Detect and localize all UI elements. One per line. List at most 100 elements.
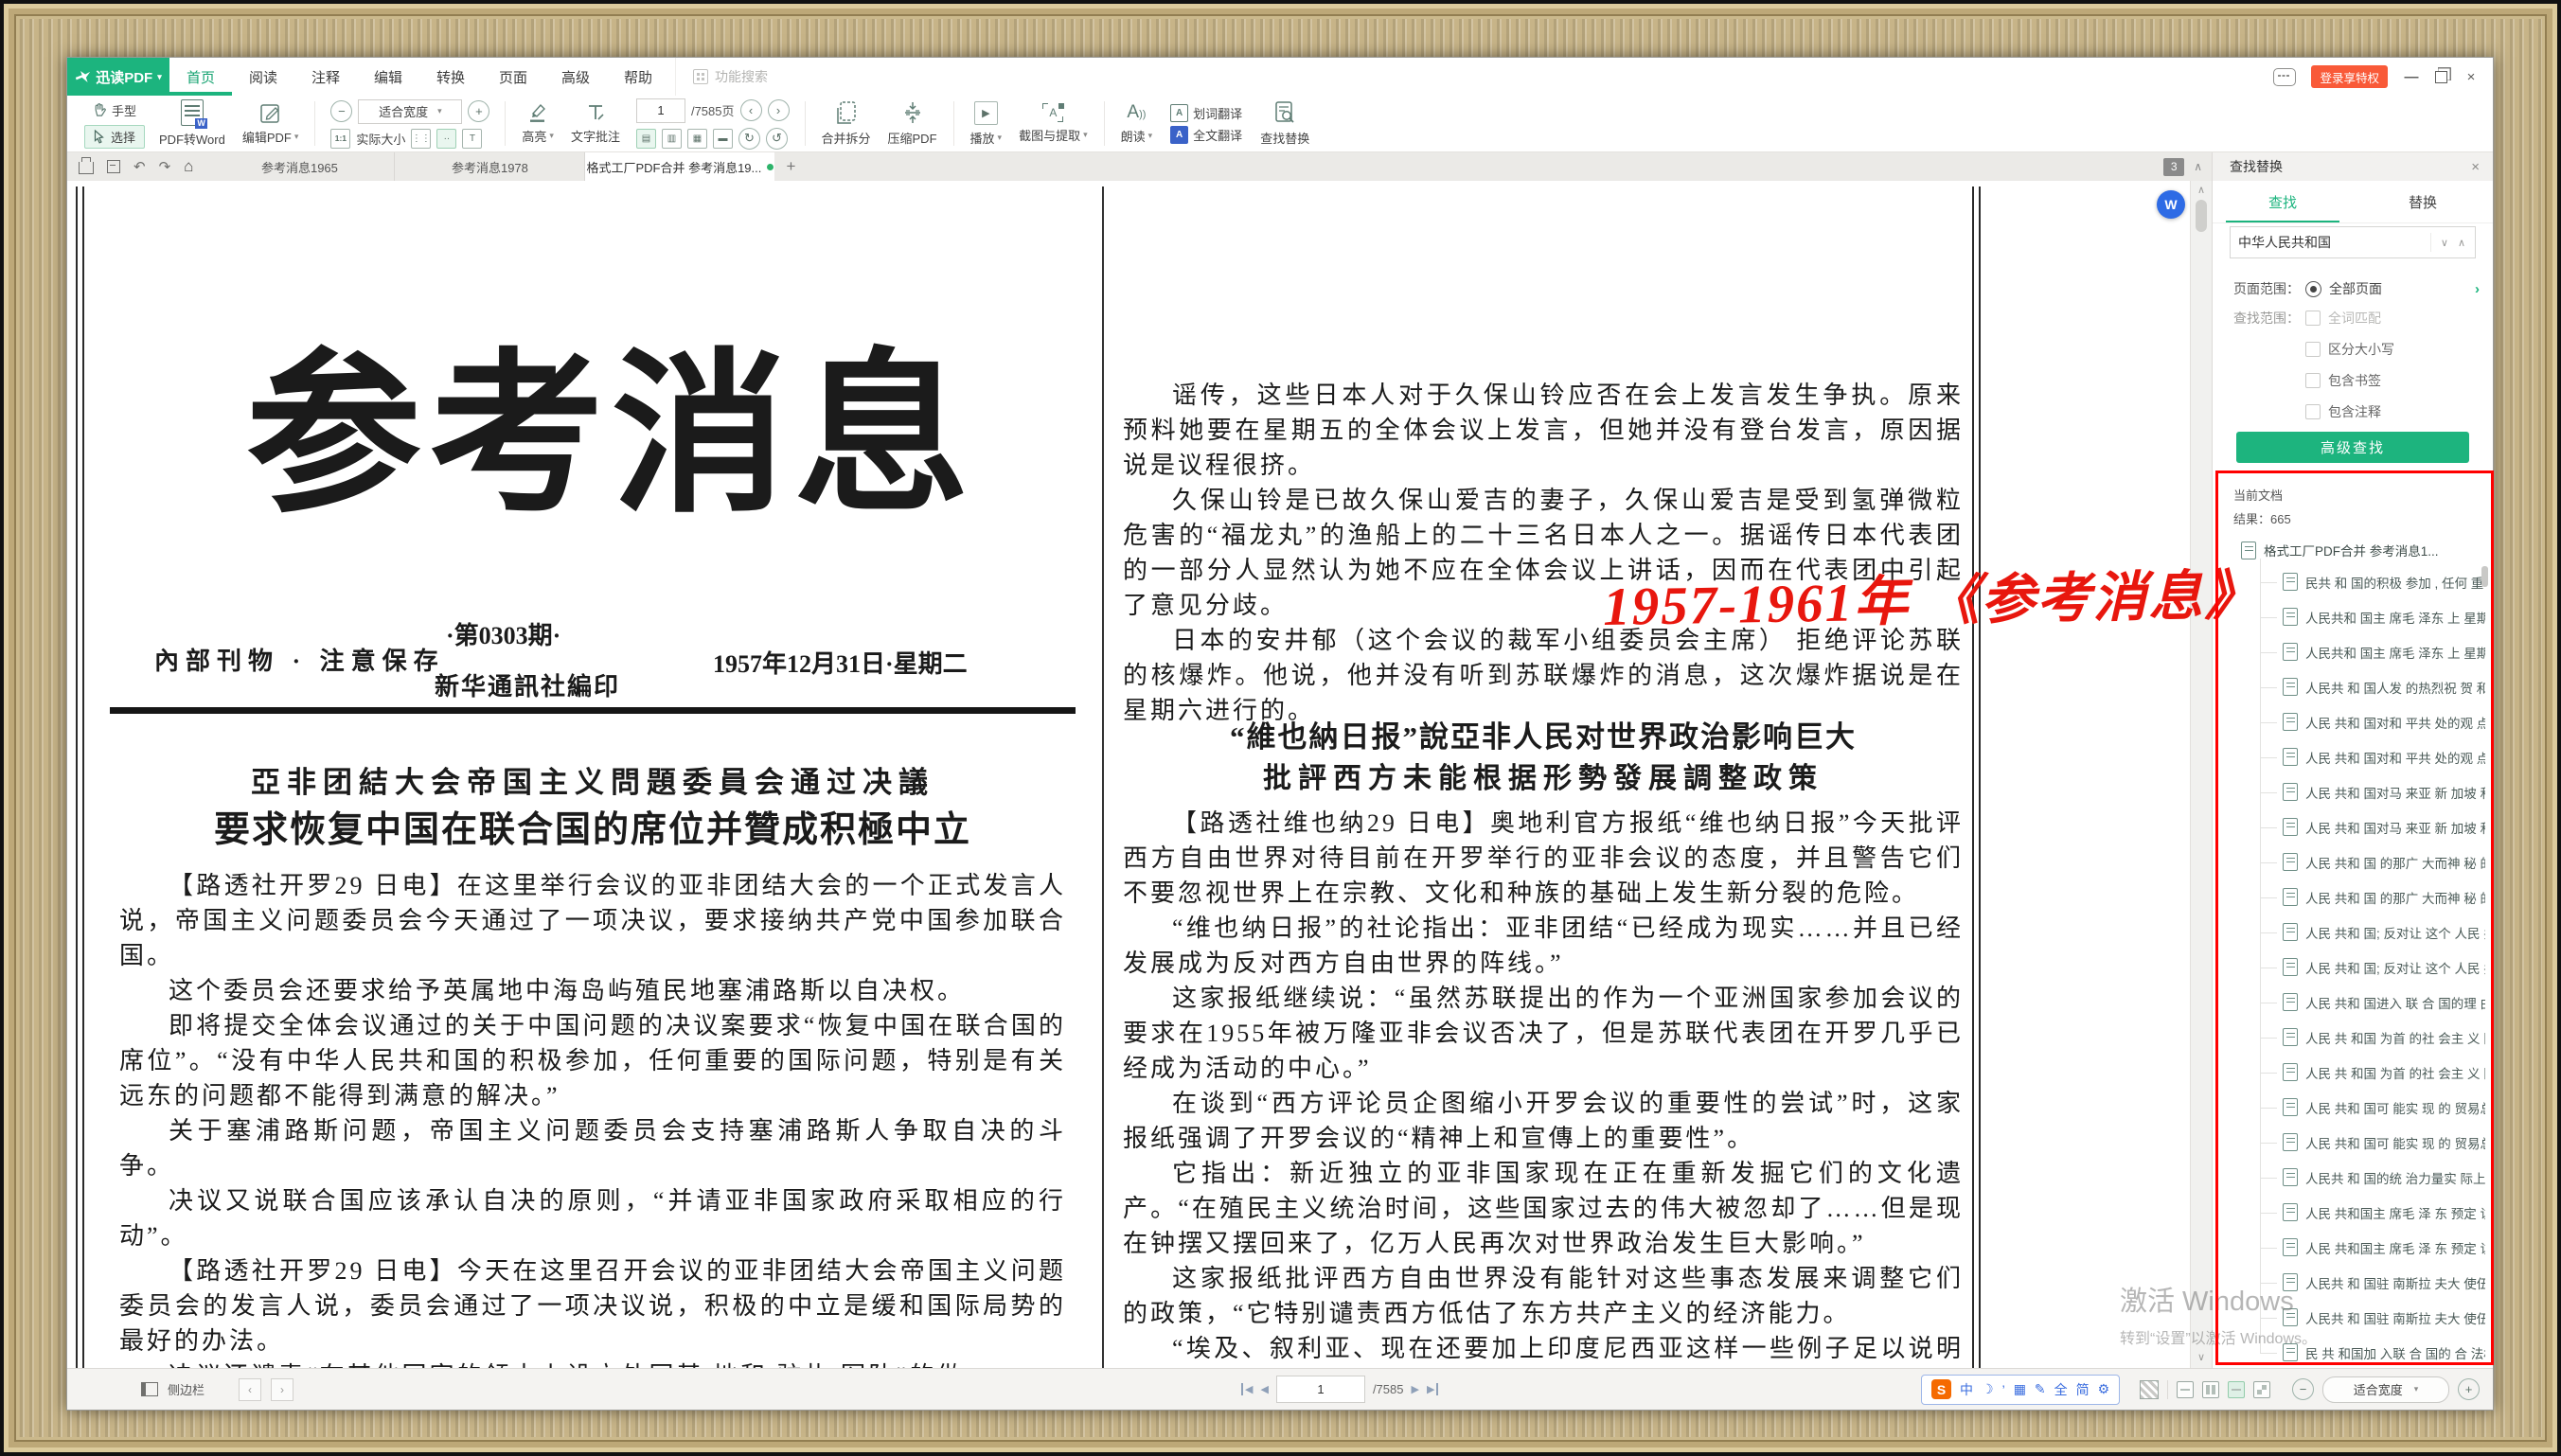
zoom-in-button[interactable]: + [2458, 1378, 2480, 1400]
search-result-item[interactable]: 人民共和 国主 席毛 泽东 上 星期 三 [2260, 599, 2485, 634]
fit-width-select[interactable]: 适合宽度 ▾ [2322, 1376, 2449, 1403]
home-icon[interactable]: ⌂ [184, 157, 193, 176]
whole-word-checkbox[interactable] [2305, 311, 2321, 326]
doc-tab-2[interactable]: 参考消息1978 [395, 152, 585, 181]
actual-size-icon[interactable]: 1:1 [330, 129, 350, 149]
ime-punct-icon[interactable]: ’ [2002, 1382, 2005, 1397]
include-annotations-checkbox[interactable] [2305, 404, 2321, 419]
redo-icon[interactable]: ↷ [159, 158, 171, 175]
single-page-layout-button[interactable] [2177, 1381, 2194, 1398]
statusbar-page-input[interactable] [1276, 1376, 1365, 1403]
search-result-item[interactable]: 人民 共和 国 的那广 大而神 秘 的土地 [2260, 879, 2485, 914]
ime-logo-icon[interactable]: S [1931, 1379, 1951, 1399]
ime-keyboard-icon[interactable]: ▦ [2014, 1381, 2026, 1397]
single-page-view-button[interactable]: ▤ [636, 129, 656, 149]
ime-settings-icon[interactable]: ⚙ [2098, 1381, 2110, 1397]
menu-item-home[interactable]: 首页 [169, 58, 232, 96]
panel-scrollbar-thumb[interactable] [2481, 566, 2488, 587]
zoom-in-button[interactable]: + [468, 100, 489, 122]
fit-page-button[interactable]: ⋮⋮ [411, 129, 431, 149]
search-result-item[interactable]: 人民 共 和国 为首 的社 会主 义 阵营 [2260, 1055, 2485, 1090]
search-result-item[interactable]: 人民 共和 国; 反对让 这个 人民 共和 [2260, 950, 2485, 985]
search-result-item[interactable]: 民共 和 国的积极 参加 , 任何 重 要 的 [2260, 564, 2485, 599]
all-pages-radio[interactable] [2305, 281, 2321, 297]
search-result-item[interactable]: 人民 共 和国 为首 的社 会主 义 阵营 [2260, 1020, 2485, 1055]
next-page-button[interactable]: › [768, 99, 790, 121]
merge-split-button[interactable]: 合并拆分 [822, 100, 871, 147]
pdf-to-word-fab[interactable]: W [2157, 190, 2185, 219]
function-search[interactable]: 功能搜索 [675, 58, 785, 96]
ime-pen-icon[interactable]: ✎ [2035, 1381, 2046, 1397]
ime-simplified[interactable]: 简 [2076, 1380, 2090, 1399]
history-back-button[interactable]: ‹ [239, 1378, 261, 1401]
two-continuous-layout-button[interactable] [2253, 1381, 2270, 1398]
fit-width-button[interactable]: ·· [436, 129, 456, 149]
doc-tab-1[interactable]: 参考消息1965 [205, 152, 395, 181]
vertical-scrollbar[interactable]: ∧ ∨ [2190, 181, 2212, 1369]
new-tab-button[interactable]: + [774, 152, 807, 181]
menu-item-advanced[interactable]: 高级 [544, 58, 607, 96]
hand-tool-button[interactable]: 手型 [84, 98, 145, 122]
close-button[interactable]: × [2463, 69, 2480, 85]
rotate-left-button[interactable]: ↺ [766, 128, 788, 150]
search-next-icon[interactable]: ∨ [2441, 237, 2448, 249]
ime-moon-icon[interactable]: ☽ [1982, 1381, 1994, 1397]
sidebar-toggle-icon[interactable] [141, 1382, 158, 1396]
rotate-right-button[interactable]: ↻ [738, 128, 760, 150]
ime-toolbar[interactable]: S 中 ☽ ’ ▦ ✎ 全 简 ⚙ [1921, 1375, 2120, 1405]
count-badge[interactable]: 3 [2163, 158, 2184, 176]
search-result-item[interactable]: 人民 共和 国对马 来亚 新 加坡 和 婆罗 [2260, 774, 2485, 809]
search-result-item[interactable]: 人民 共和 国 的那广 大而神 秘 的土地 [2260, 844, 2485, 879]
search-prev-icon[interactable]: ∧ [2458, 237, 2465, 249]
word-translate-button[interactable]: A 划词翻译 [1170, 104, 1242, 122]
search-result-item[interactable]: 人民共 和 国驻 南斯拉 夫大 使伍 修权 [2260, 1265, 2485, 1300]
fit-text-button[interactable]: T [462, 129, 482, 149]
zoom-out-button[interactable]: − [330, 100, 352, 122]
search-result-item[interactable]: 人民共 和 国驻 南斯拉 夫大 使伍 修权 [2260, 1300, 2485, 1335]
login-button[interactable]: 登录享特权 [2311, 65, 2388, 88]
two-page-layout-button[interactable] [2202, 1381, 2219, 1398]
highlight-button[interactable]: 高亮▾ [522, 102, 554, 145]
menu-item-edit[interactable]: 编辑 [357, 58, 419, 96]
snapshot-extract-button[interactable]: A 截图与提取▾ [1019, 103, 1088, 144]
menu-item-help[interactable]: 帮助 [607, 58, 669, 96]
maximize-button[interactable] [2435, 71, 2447, 83]
search-result-item[interactable]: 人民 共和 国可 能实 现 的 贸易总 额 [2260, 1125, 2485, 1160]
scroll-down-icon[interactable]: ∨ [2197, 1351, 2205, 1363]
search-result-item[interactable]: 人民 共和 国对和 平共 处的观 点已为 [2260, 739, 2485, 774]
search-result-item[interactable]: 人民 共和 国可 能实 现 的 贸易总 额 [2260, 1090, 2485, 1125]
search-result-item[interactable]: 人民 共和国主 席毛 泽 东 预定 访问华 [2260, 1230, 2485, 1265]
search-result-item[interactable]: 人民 共和 国对马 来亚 新 加坡 和 婆罗 [2260, 809, 2485, 844]
tab-replace[interactable]: 替换 [2353, 181, 2493, 222]
panel-close-icon[interactable]: × [2471, 159, 2480, 175]
minimize-button[interactable]: — [2403, 69, 2420, 85]
background-toggle-icon[interactable] [2140, 1380, 2159, 1399]
search-input[interactable] [2231, 235, 2430, 250]
app-logo[interactable]: 迅读PDF ▾ [67, 58, 169, 96]
undo-icon[interactable]: ↶ [133, 158, 146, 175]
search-result-item[interactable]: 民 共 和国加 入联 合 国的 合 法权利 [2260, 1335, 2485, 1363]
last-page-button[interactable]: ▶ [1427, 1383, 1438, 1395]
feedback-chat-icon[interactable] [2273, 68, 2296, 86]
menu-item-read[interactable]: 阅读 [232, 58, 294, 96]
search-result-item[interactable]: 人民 共和国主 席毛 泽 东 预定 访问华 [2260, 1195, 2485, 1230]
case-sensitive-checkbox[interactable] [2305, 342, 2321, 357]
advanced-search-button[interactable]: 高级查找 [2236, 432, 2469, 463]
search-result-item[interactable]: 人民共 和 国人发 的热烈祝 贺 和最大 [2260, 669, 2485, 704]
menu-item-page[interactable]: 页面 [482, 58, 544, 96]
save-icon[interactable] [107, 160, 120, 173]
search-result-item[interactable]: 人民 共和 国进入 联 合 国的理 由, 同 [2260, 985, 2485, 1020]
two-page-view-button[interactable]: ▥ [662, 129, 682, 149]
menu-item-annotate[interactable]: 注释 [294, 58, 357, 96]
find-replace-button[interactable]: 查找替换 [1260, 100, 1309, 147]
continuous-layout-button[interactable] [2228, 1381, 2245, 1398]
pdf-to-word-button[interactable]: W PDF转Word [159, 99, 225, 148]
read-aloud-button[interactable]: A)) 朗读▾ [1121, 102, 1153, 145]
search-result-item[interactable]: 人民 共和 国对和 平共 处的观 点已为 [2260, 704, 2485, 739]
include-bookmarks-checkbox[interactable] [2305, 373, 2321, 388]
continuous-view-button[interactable]: ▬ [713, 129, 733, 149]
scroll-up-icon[interactable]: ∧ [2197, 184, 2205, 196]
edit-pdf-button[interactable]: 编辑PDF▾ [242, 101, 299, 146]
search-result-item[interactable]: 人民共和 国主 席毛 泽东 上 星期 三 [2260, 634, 2485, 669]
search-result-item[interactable]: 人民共 和 国的统 治力量实 际上 达 到 [2260, 1160, 2485, 1195]
